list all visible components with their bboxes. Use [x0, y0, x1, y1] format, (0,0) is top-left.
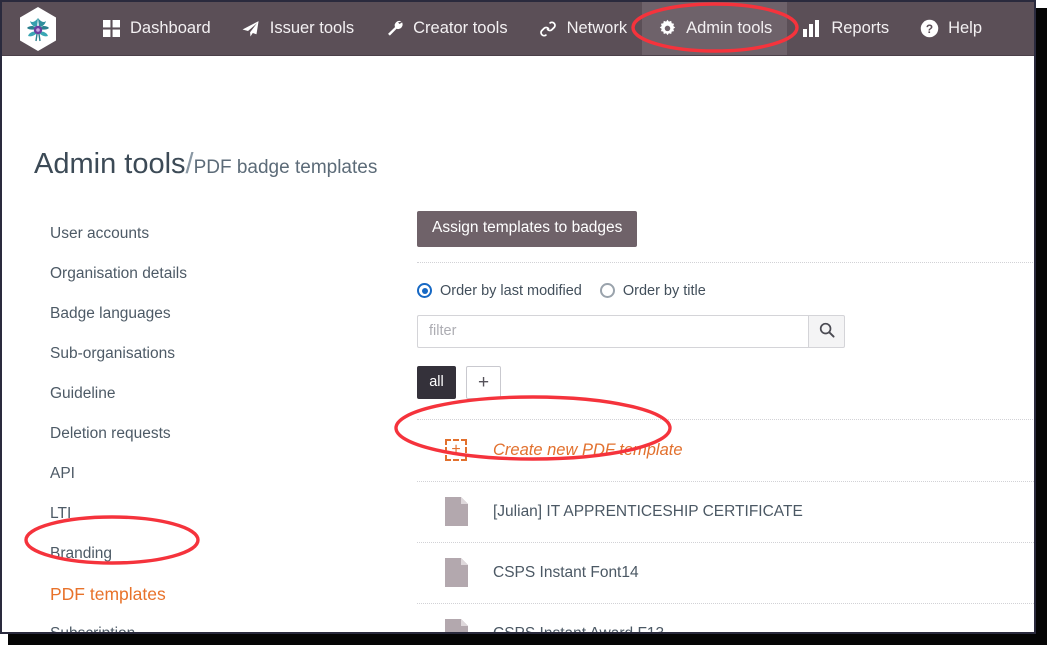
filter-search-button[interactable]	[808, 314, 845, 348]
page-title-breadcrumb: Admin tools/PDF badge templates	[34, 148, 377, 181]
tag-filter-row: all +	[417, 365, 1034, 399]
tag-all-button[interactable]: all	[417, 365, 456, 399]
nav-item-network[interactable]: Network	[523, 2, 643, 55]
nav-item-help[interactable]: ? Help	[904, 2, 997, 55]
sidebar-item-label: API	[50, 465, 75, 482]
list-item[interactable]: CSPS Instant Award F13	[417, 602, 1034, 634]
create-new-pdf-template-label: Create new PDF template	[493, 440, 683, 459]
order-options: Order by last modified Order by title	[417, 282, 1034, 299]
wrench-icon	[384, 19, 404, 39]
sidebar-item-label: Badge languages	[50, 305, 171, 322]
file-icon	[445, 558, 468, 587]
sidebar-item-sub-organisations[interactable]: Sub-organisations	[2, 334, 382, 374]
nav-item-label: Creator tools	[413, 19, 508, 37]
open-badge-factory-logo-icon	[20, 6, 56, 51]
settings-sidebar: User accounts Organisation details Badge…	[2, 214, 382, 634]
sidebar-item-lti[interactable]: LTI	[2, 494, 382, 534]
radio-label: Order by last modified	[440, 282, 582, 299]
bar-chart-icon	[802, 19, 822, 39]
file-icon	[445, 619, 468, 632]
sidebar-item-label: PDF templates	[50, 583, 166, 604]
radio-order-by-last-modified[interactable]: Order by last modified	[417, 283, 582, 299]
grid-icon	[101, 19, 121, 39]
create-new-pdf-template-row[interactable]: + Create new PDF template	[417, 420, 1034, 481]
list-item[interactable]: CSPS Instant Font14	[417, 541, 1034, 603]
sidebar-item-branding[interactable]: Branding	[2, 534, 382, 574]
sidebar-item-label: LTI	[50, 505, 72, 522]
sidebar-item-label: Deletion requests	[50, 425, 171, 442]
link-icon	[538, 19, 558, 39]
brand-logo[interactable]	[18, 6, 58, 52]
sidebar-item-api[interactable]: API	[2, 454, 382, 494]
nav-item-list: Dashboard Issuer tools Creator tools Net…	[86, 2, 997, 55]
plus-icon: +	[445, 439, 467, 461]
nav-item-reports[interactable]: Reports	[787, 2, 904, 55]
sidebar-item-user-accounts[interactable]: User accounts	[2, 214, 382, 254]
sidebar-item-guideline[interactable]: Guideline	[2, 374, 382, 414]
pdf-template-list: + Create new PDF template [Julian] IT AP…	[417, 420, 1034, 634]
list-item-label: [Julian] IT APPRENTICESHIP CERTIFICATE	[493, 502, 803, 520]
nav-item-label: Reports	[831, 19, 890, 37]
window-shadow-right	[1036, 8, 1047, 645]
search-icon	[819, 322, 835, 341]
divider	[417, 261, 1034, 263]
top-navigation-bar: Dashboard Issuer tools Creator tools Net…	[2, 2, 1034, 56]
breadcrumb-separator: /	[185, 148, 194, 180]
list-item-label: CSPS Instant Award F13	[493, 624, 665, 634]
nav-item-creator-tools[interactable]: Creator tools	[369, 2, 522, 55]
breadcrumb-root: Admin tools	[34, 148, 186, 180]
sidebar-item-subscription[interactable]: Subscription	[2, 614, 382, 634]
paper-plane-icon	[241, 19, 261, 39]
list-item[interactable]: [Julian] IT APPRENTICESHIP CERTIFICATE	[417, 480, 1034, 542]
application-window: Dashboard Issuer tools Creator tools Net…	[0, 0, 1036, 634]
question-circle-icon: ?	[919, 19, 939, 39]
sidebar-item-label: Branding	[50, 545, 113, 562]
nav-item-admin-tools[interactable]: Admin tools	[642, 2, 788, 55]
tag-add-button[interactable]: +	[466, 365, 501, 399]
sidebar-item-organisation-details[interactable]: Organisation details	[2, 254, 382, 294]
nav-item-label: Dashboard	[130, 19, 211, 37]
file-icon	[445, 497, 468, 526]
nav-item-label: Admin tools	[686, 19, 773, 37]
sidebar-item-label: Guideline	[50, 385, 116, 402]
radio-label: Order by title	[622, 282, 706, 299]
filter-input[interactable]	[417, 314, 808, 348]
svg-text:?: ?	[925, 22, 932, 36]
sidebar-item-badge-languages[interactable]: Badge languages	[2, 294, 382, 334]
sidebar-item-deletion-requests[interactable]: Deletion requests	[2, 414, 382, 454]
main-content: Assign templates to badges Order by last…	[417, 211, 1034, 634]
sidebar-item-label: Organisation details	[50, 265, 187, 282]
nav-item-issuer-tools[interactable]: Issuer tools	[226, 2, 369, 55]
sidebar-item-pdf-templates[interactable]: PDF templates	[2, 574, 382, 614]
sidebar-item-label: Subscription	[50, 625, 136, 634]
sidebar-item-label: User accounts	[50, 225, 150, 242]
gear-icon	[657, 19, 677, 39]
radio-indicator	[417, 283, 432, 298]
page-body: Admin tools/PDF badge templates User acc…	[2, 56, 1034, 634]
sidebar-item-label: Sub-organisations	[50, 345, 175, 362]
nav-item-label: Network	[566, 19, 628, 37]
nav-item-label: Help	[948, 19, 983, 37]
radio-indicator	[599, 283, 615, 298]
assign-templates-to-badges-button[interactable]: Assign templates to badges	[417, 211, 638, 247]
nav-item-dashboard[interactable]: Dashboard	[86, 2, 226, 55]
filter-bar	[417, 314, 845, 348]
breadcrumb-current: PDF badge templates	[193, 157, 378, 178]
list-item-label: CSPS Instant Font14	[493, 563, 639, 581]
window-shadow-bottom	[8, 634, 1047, 645]
radio-order-by-title[interactable]: Order by title	[599, 282, 706, 299]
nav-item-label: Issuer tools	[269, 19, 355, 37]
